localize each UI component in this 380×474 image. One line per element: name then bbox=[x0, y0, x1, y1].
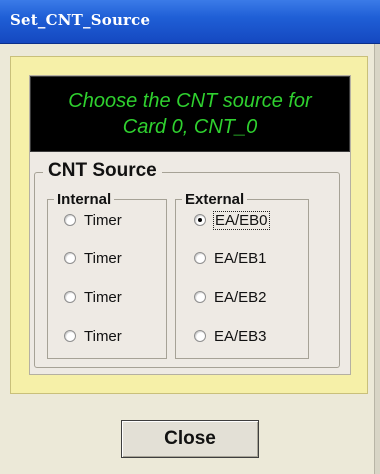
radio-button-selected-icon[interactable] bbox=[194, 214, 206, 226]
radio-button-icon[interactable] bbox=[194, 252, 206, 264]
radio-label: Timer bbox=[84, 211, 122, 229]
radio-internal-timer-1[interactable]: Timer bbox=[64, 247, 122, 269]
cnt-source-label: CNT Source bbox=[43, 160, 162, 182]
radio-button-icon[interactable] bbox=[64, 330, 76, 342]
panel-inner: Choose the CNT source for Card 0, CNT_0 … bbox=[29, 75, 351, 375]
radio-external-eaeb1[interactable]: EA/EB1 bbox=[194, 247, 267, 269]
radio-button-icon[interactable] bbox=[64, 214, 76, 226]
message-display: Choose the CNT source for Card 0, CNT_0 bbox=[30, 76, 350, 152]
message-line-1: Choose the CNT source for bbox=[68, 90, 312, 112]
radio-external-eaeb2[interactable]: EA/EB2 bbox=[194, 286, 267, 308]
radio-button-icon[interactable] bbox=[64, 291, 76, 303]
radio-external-eaeb0[interactable]: EA/EB0 bbox=[194, 209, 270, 231]
radio-internal-timer-3[interactable]: Timer bbox=[64, 325, 122, 347]
radio-internal-timer-2[interactable]: Timer bbox=[64, 286, 122, 308]
cnt-source-group: CNT Source Internal Timer Timer Timer Ti… bbox=[34, 160, 340, 368]
radio-label: EA/EB0 bbox=[213, 210, 270, 230]
dialog-window: Set_CNT_Source Choose the CNT source for… bbox=[0, 0, 380, 474]
window-title: Set_CNT_Source bbox=[10, 11, 151, 29]
radio-internal-timer-0[interactable]: Timer bbox=[64, 209, 122, 231]
radio-button-icon[interactable] bbox=[194, 291, 206, 303]
radio-button-icon[interactable] bbox=[64, 252, 76, 264]
settings-panel: Choose the CNT source for Card 0, CNT_0 … bbox=[10, 56, 368, 394]
external-group: External EA/EB0 EA/EB1 EA/EB2 EA/EB3 bbox=[175, 191, 309, 359]
radio-label: Timer bbox=[84, 327, 122, 345]
internal-label: Internal bbox=[54, 191, 115, 208]
radio-label: Timer bbox=[84, 288, 122, 306]
radio-external-eaeb3[interactable]: EA/EB3 bbox=[194, 325, 267, 347]
radio-button-icon[interactable] bbox=[194, 330, 206, 342]
title-bar[interactable]: Set_CNT_Source bbox=[0, 0, 380, 44]
vertical-scrollbar[interactable] bbox=[374, 44, 380, 474]
radio-label: Timer bbox=[84, 249, 122, 267]
external-label: External bbox=[182, 191, 248, 208]
radio-label: EA/EB1 bbox=[214, 249, 267, 267]
message-line-2: Card 0, CNT_0 bbox=[122, 116, 258, 138]
radio-label: EA/EB2 bbox=[214, 288, 267, 306]
close-button[interactable]: Close bbox=[121, 420, 259, 458]
internal-group: Internal Timer Timer Timer Timer bbox=[47, 191, 167, 359]
radio-label: EA/EB3 bbox=[214, 327, 267, 345]
